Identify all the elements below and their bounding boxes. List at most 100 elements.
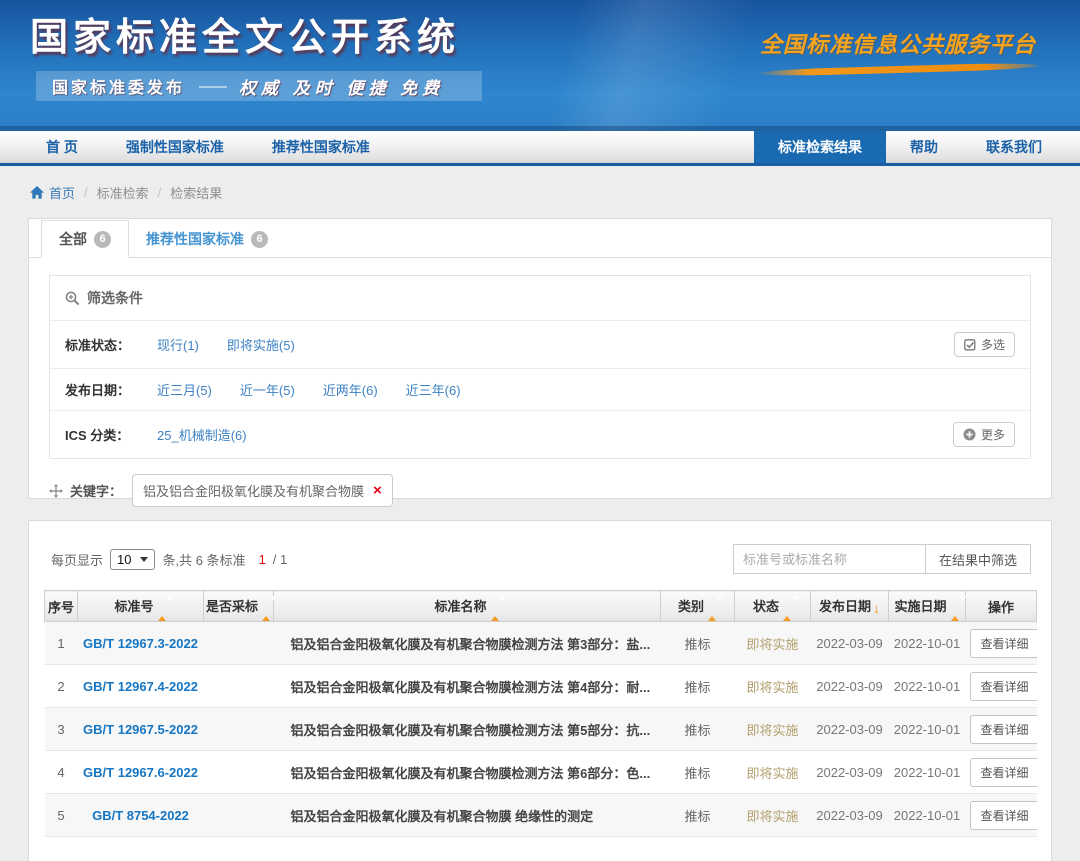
sort-icon[interactable] bbox=[158, 601, 167, 616]
per-page-select[interactable]: 10 bbox=[110, 549, 155, 570]
filter-option-3years[interactable]: 近三年(6) bbox=[406, 380, 461, 399]
cell-pub-date: 2022-03-09 bbox=[811, 622, 889, 665]
filter-option-3months[interactable]: 近三月(5) bbox=[157, 380, 212, 399]
cell-category: 推标 bbox=[661, 665, 735, 708]
standard-code-link[interactable]: GB/T 12967.4-2022 bbox=[78, 665, 204, 708]
filter-conditions-header: 筛选条件 bbox=[50, 276, 1030, 321]
filter-conditions-box: 筛选条件 标准状态： 现行(1) 即将实施(5) 多选 发布日期： 近三月(5)… bbox=[49, 275, 1031, 459]
tab-all-count-badge: 6 bbox=[94, 231, 111, 248]
standard-code-link[interactable]: GB/T 12967.6-2022 bbox=[78, 751, 204, 794]
standard-code-link[interactable]: GB/T 12967.5-2022 bbox=[78, 708, 204, 751]
breadcrumb-home-link[interactable]: 首页 bbox=[30, 183, 75, 202]
per-page-label: 每页显示 bbox=[51, 550, 103, 569]
col-header-index: 序号 bbox=[45, 591, 78, 622]
slogan-prefix: 国家标准委发布 bbox=[52, 74, 185, 98]
view-detail-button[interactable]: 查看详细 bbox=[970, 672, 1037, 701]
filter-option-ics-25[interactable]: 25_机械制造(6) bbox=[157, 425, 247, 444]
col-label-action: 操作 bbox=[988, 600, 1014, 615]
status-badge: 即将实施 bbox=[735, 751, 811, 794]
main-navbar: 首 页 强制性国家标准 推荐性国家标准 标准检索结果 帮助 联系我们 bbox=[0, 131, 1080, 166]
breadcrumb-item-search[interactable]: 标准检索 bbox=[97, 183, 149, 202]
nav-item-recommended-standards[interactable]: 推荐性国家标准 bbox=[248, 131, 394, 163]
refine-search-input[interactable] bbox=[733, 544, 925, 574]
nav-item-contact[interactable]: 联系我们 bbox=[962, 131, 1066, 163]
standard-name: 铝及铝合金阳极氧化膜及有机聚合物膜 绝缘性的测定 bbox=[274, 794, 661, 837]
col-header-name[interactable]: 标准名称 bbox=[274, 591, 661, 622]
view-detail-button[interactable]: 查看详细 bbox=[970, 801, 1037, 830]
breadcrumb-separator: / bbox=[158, 185, 162, 200]
col-label-adopted: 是否采标 bbox=[206, 599, 258, 614]
standard-code-link[interactable]: GB/T 12967.3-2022 bbox=[78, 622, 204, 665]
col-header-adopted[interactable]: 是否采标 bbox=[204, 591, 274, 622]
cell-impl-date: 2022-10-01 bbox=[889, 665, 966, 708]
multi-select-label: 多选 bbox=[981, 336, 1005, 353]
breadcrumb-separator: / bbox=[84, 185, 88, 200]
site-header: 国家标准全文公开系统 国家标准委发布 —— 权威 及时 便捷 免费 全国标准信息… bbox=[0, 0, 1080, 131]
col-label-status: 状态 bbox=[753, 599, 779, 614]
col-header-impl-date[interactable]: 实施日期 bbox=[889, 591, 966, 622]
cell-category: 推标 bbox=[661, 794, 735, 837]
breadcrumb-home-label[interactable]: 首页 bbox=[49, 183, 75, 202]
slogan-words: 权威 及时 便捷 免费 bbox=[239, 74, 444, 99]
sort-icon[interactable] bbox=[491, 601, 500, 616]
more-label: 更多 bbox=[981, 426, 1005, 443]
cell-category: 推标 bbox=[661, 622, 735, 665]
col-header-action: 操作 bbox=[966, 591, 1037, 622]
sort-icon[interactable] bbox=[708, 601, 717, 616]
col-label-pub-date: 发布日期 bbox=[819, 599, 871, 614]
sort-desc-arrow-icon[interactable]: ↓ bbox=[873, 600, 880, 616]
status-badge: 即将实施 bbox=[735, 794, 811, 837]
col-header-category[interactable]: 类别 bbox=[661, 591, 735, 622]
standard-code-link[interactable]: GB/T 8754-2022 bbox=[78, 794, 204, 837]
cell-action: 查看详细 bbox=[966, 622, 1037, 665]
total-count-text: 条,共 6 条标准 bbox=[162, 550, 245, 569]
sort-icon[interactable] bbox=[262, 601, 271, 616]
col-header-status[interactable]: 状态 bbox=[735, 591, 811, 622]
tab-recommended-standards[interactable]: 推荐性国家标准 6 bbox=[129, 221, 285, 257]
filter-row-ics: ICS 分类： 25_机械制造(6) 更多 bbox=[50, 411, 1030, 458]
cell-index: 5 bbox=[45, 794, 78, 837]
nav-item-mandatory-standards[interactable]: 强制性国家标准 bbox=[102, 131, 248, 163]
keyword-row: 关键字： 铝及铝合金阳极氧化膜及有机聚合物膜 × bbox=[49, 474, 1031, 507]
cell-index: 2 bbox=[45, 665, 78, 708]
cell-impl-date: 2022-10-01 bbox=[889, 794, 966, 837]
results-panel: 每页显示 10 条,共 6 条标准 1 / 1 在结果中筛选 序号 标准号 是否… bbox=[28, 520, 1052, 861]
remove-keyword-icon[interactable]: × bbox=[373, 483, 382, 498]
multi-select-button[interactable]: 多选 bbox=[954, 332, 1015, 357]
tab-all[interactable]: 全部 6 bbox=[41, 220, 129, 258]
view-detail-button[interactable]: 查看详细 bbox=[970, 629, 1037, 658]
cell-index: 4 bbox=[45, 751, 78, 794]
nav-item-search-results[interactable]: 标准检索结果 bbox=[754, 131, 886, 163]
filter-option-upcoming[interactable]: 即将实施(5) bbox=[227, 335, 295, 354]
filter-option-active[interactable]: 现行(1) bbox=[157, 335, 199, 354]
filter-option-1year[interactable]: 近一年(5) bbox=[240, 380, 295, 399]
site-title: 国家标准全文公开系统 bbox=[30, 6, 460, 61]
standard-name: 铝及铝合金阳极氧化膜及有机聚合物膜检测方法 第3部分：盐... bbox=[274, 622, 661, 665]
nav-item-home[interactable]: 首 页 bbox=[22, 131, 102, 163]
cell-adopted bbox=[204, 708, 274, 751]
result-tabs: 全部 6 推荐性国家标准 6 bbox=[29, 219, 1051, 258]
cell-index: 3 bbox=[45, 708, 78, 751]
filter-panel: 全部 6 推荐性国家标准 6 筛选条件 标准状态： 现行(1) 即将实施(5) bbox=[28, 218, 1052, 499]
sort-icon[interactable] bbox=[783, 601, 792, 616]
sort-icon[interactable] bbox=[951, 601, 960, 616]
results-table: 序号 标准号 是否采标 标准名称 类别 状态 发布日期↓ 实施日期 操作 1 G… bbox=[44, 590, 1037, 837]
results-controls: 每页显示 10 条,共 6 条标准 1 / 1 在结果中筛选 bbox=[29, 521, 1051, 588]
table-row: 5 GB/T 8754-2022 铝及铝合金阳极氧化膜及有机聚合物膜 绝缘性的测… bbox=[45, 794, 1037, 837]
more-button[interactable]: 更多 bbox=[953, 422, 1015, 447]
nav-left: 首 页 强制性国家标准 推荐性国家标准 bbox=[0, 131, 394, 163]
view-detail-button[interactable]: 查看详细 bbox=[970, 758, 1037, 787]
slogan-dash: —— bbox=[199, 78, 225, 95]
cell-action: 查看详细 bbox=[966, 794, 1037, 837]
filter-options-publish-date: 近三月(5) 近一年(5) 近两年(6) 近三年(6) bbox=[157, 380, 1015, 399]
move-arrows-icon bbox=[49, 484, 63, 498]
filter-label-ics: ICS 分类： bbox=[65, 425, 157, 444]
refine-search-button[interactable]: 在结果中筛选 bbox=[925, 544, 1031, 574]
nav-item-help[interactable]: 帮助 bbox=[886, 131, 962, 163]
breadcrumb-item-results[interactable]: 检索结果 bbox=[170, 183, 222, 202]
cell-adopted bbox=[204, 751, 274, 794]
filter-option-2years[interactable]: 近两年(6) bbox=[323, 380, 378, 399]
view-detail-button[interactable]: 查看详细 bbox=[970, 715, 1037, 744]
col-header-pub-date[interactable]: 发布日期↓ bbox=[811, 591, 889, 622]
col-header-code[interactable]: 标准号 bbox=[78, 591, 204, 622]
